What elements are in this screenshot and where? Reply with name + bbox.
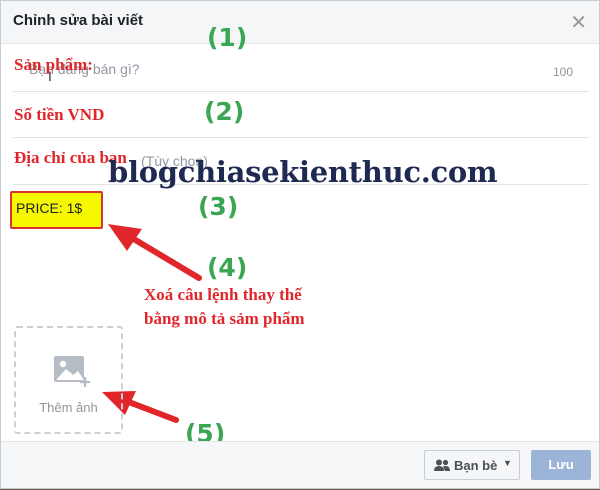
dialog-footer: Bạn bè ▼ Lưu	[1, 441, 599, 488]
add-photo-button[interactable]: Thêm ảnh	[14, 326, 123, 434]
audience-button[interactable]: Bạn bè ▼	[424, 450, 520, 480]
add-photo-label: Thêm ảnh	[39, 400, 98, 415]
edit-post-dialog: Chỉnh sửa bài viết ✕ Bạn đang bán gì? 10…	[0, 0, 600, 489]
arrow-to-description	[108, 224, 202, 281]
audience-label: Bạn bè	[454, 458, 498, 473]
photo-icon	[54, 356, 90, 387]
friends-icon	[434, 459, 450, 471]
chevron-down-icon: ▼	[503, 458, 512, 468]
save-button[interactable]: Lưu	[531, 450, 591, 480]
